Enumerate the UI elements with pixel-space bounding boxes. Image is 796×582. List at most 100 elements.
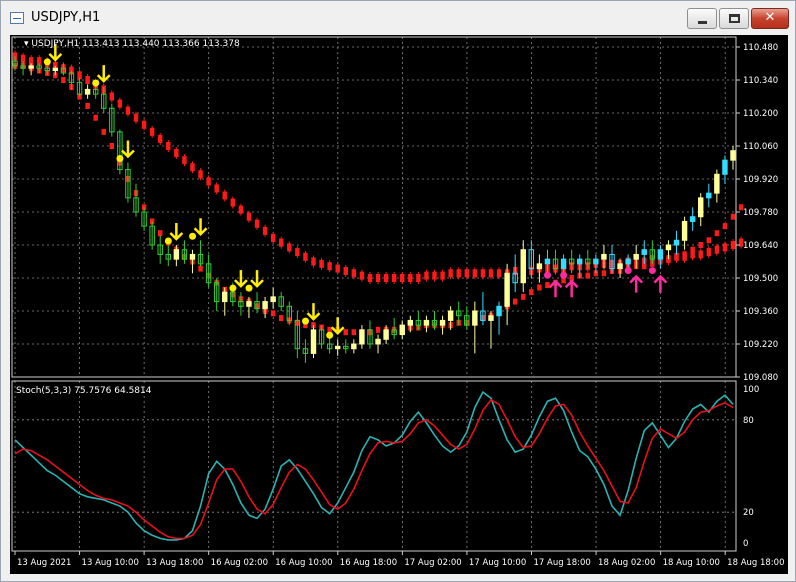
candle-body — [173, 249, 180, 260]
candle-body — [359, 329, 365, 345]
candle-body — [52, 67, 59, 72]
price-tick-label: 110.340 — [743, 76, 778, 86]
sell-arrow-icon — [234, 270, 248, 288]
buy-arrow-icon — [629, 274, 644, 293]
sub-grid — [12, 381, 736, 551]
ohlc-label: 113.413 113.440 113.366 113.378 — [82, 39, 240, 49]
buy-star-icon — [544, 271, 552, 279]
price-tick-label: 109.780 — [743, 208, 778, 218]
stoch-series — [14, 390, 734, 541]
envelope-band-bar — [601, 270, 607, 277]
time-tick-label: 13 Aug 18:00 — [146, 558, 203, 568]
price-tick-label: 109.640 — [743, 241, 778, 251]
buy-arrow-icon — [564, 279, 579, 298]
envelope-band-bar — [682, 251, 687, 258]
envelope-band-bar — [93, 114, 98, 121]
candle-body — [270, 296, 276, 303]
envelope-band-bar — [585, 272, 591, 279]
buy-arrow-icon — [653, 274, 668, 293]
candle-body — [447, 310, 454, 321]
candle-body — [496, 305, 502, 317]
sell-arrow-icon — [169, 223, 184, 241]
sell-star-icon — [164, 237, 172, 245]
sell-arrow-icon — [193, 218, 208, 237]
chart-canvas[interactable]: 110.480 110.340 110.200 110.060 109.920 109.7… — [10, 35, 788, 574]
candle-body — [698, 197, 704, 218]
envelope-band-bar — [101, 128, 106, 135]
stoch-panel-frame — [11, 380, 737, 552]
candle-body — [423, 319, 430, 326]
time-tick-label: 18 Aug 10:00 — [663, 558, 720, 568]
candle-body — [222, 291, 228, 303]
candle-body — [560, 258, 567, 270]
chart-area[interactable]: 110.480 110.340 110.200 110.060 109.920 109.7… — [10, 35, 788, 574]
envelope-band-bar — [642, 263, 647, 270]
candle-body — [334, 345, 341, 350]
sell-star-icon — [301, 317, 309, 325]
envelope-band-bar — [279, 315, 284, 322]
envelope-band-bar — [674, 253, 679, 260]
candle-body — [577, 258, 583, 265]
candle-body — [246, 301, 252, 307]
stoch-indicator-title: Stoch(5,3,3) 75.7576 64.5814 — [16, 386, 152, 396]
candle-body — [520, 249, 526, 284]
time-tick-label: 18 Aug 02:00 — [598, 558, 655, 568]
buy-star-icon — [648, 267, 656, 275]
close-icon: ✕ — [764, 10, 776, 25]
title-bar[interactable]: USDJPY,H1 ✕ — [1, 1, 795, 33]
envelope-band-bar — [61, 77, 66, 83]
time-tick-label: 17 Aug 18:00 — [533, 558, 590, 568]
envelope-band-bar — [690, 246, 695, 253]
candle-body — [641, 249, 647, 255]
window: USDJPY,H1 ✕ 110.480 110.340 110.200 110.060… — [0, 0, 796, 582]
candle-body — [593, 258, 599, 265]
price-tick-label: 110.200 — [743, 109, 778, 119]
maximize-icon — [729, 14, 740, 23]
envelope-band-bar — [198, 265, 203, 272]
time-tick-label: 16 Aug 10:00 — [275, 558, 332, 568]
candle-body — [536, 263, 543, 270]
candle-body — [730, 150, 736, 161]
envelope-band-bar — [722, 223, 728, 230]
envelope-band-bar — [730, 213, 736, 220]
minimize-button[interactable] — [687, 8, 717, 29]
window-title: USDJPY,H1 — [31, 10, 101, 25]
envelope-band-bar — [270, 310, 276, 317]
candle-body — [351, 343, 357, 350]
stoch-tick-label: 80 — [743, 416, 754, 426]
price-tick-label: 109.500 — [743, 274, 778, 284]
price-tick-label: 109.360 — [743, 307, 778, 317]
envelope-band-bar — [85, 102, 90, 109]
candle-body — [681, 220, 688, 241]
envelope-band-bar — [706, 237, 712, 244]
close-button[interactable]: ✕ — [751, 8, 789, 29]
sell-arrow-icon — [96, 65, 111, 83]
sell-arrow-icon — [330, 317, 345, 336]
envelope-band-bar — [521, 293, 526, 300]
candle-body — [375, 338, 381, 345]
time-tick-label: 17 Aug 10:00 — [469, 558, 526, 568]
chart-window-icon — [10, 12, 24, 24]
sell-star-icon — [43, 58, 51, 66]
candle-body — [714, 173, 720, 194]
sell-star-icon — [116, 155, 124, 162]
candle-body — [407, 319, 414, 326]
price-tick-label: 110.060 — [743, 142, 778, 152]
envelope-band-bar — [157, 230, 163, 237]
candle-body — [617, 263, 623, 270]
time-tick-label: 13 Aug 2021 — [17, 558, 71, 568]
candle-body — [625, 258, 631, 265]
maximize-button[interactable] — [719, 8, 749, 29]
envelope-band-bar — [343, 329, 348, 336]
candle-body — [657, 249, 664, 260]
candle-body — [665, 244, 672, 251]
stoch-main-line — [14, 390, 734, 541]
time-tick-label: 18 Aug 18:00 — [727, 558, 784, 568]
candle-body — [504, 272, 510, 307]
time-tick-label: 16 Aug 18:00 — [340, 558, 397, 568]
candle-body — [310, 329, 317, 354]
candle-body — [84, 88, 91, 95]
sell-star-icon — [245, 284, 253, 292]
candle-body — [262, 301, 268, 310]
candle-body — [399, 324, 405, 336]
